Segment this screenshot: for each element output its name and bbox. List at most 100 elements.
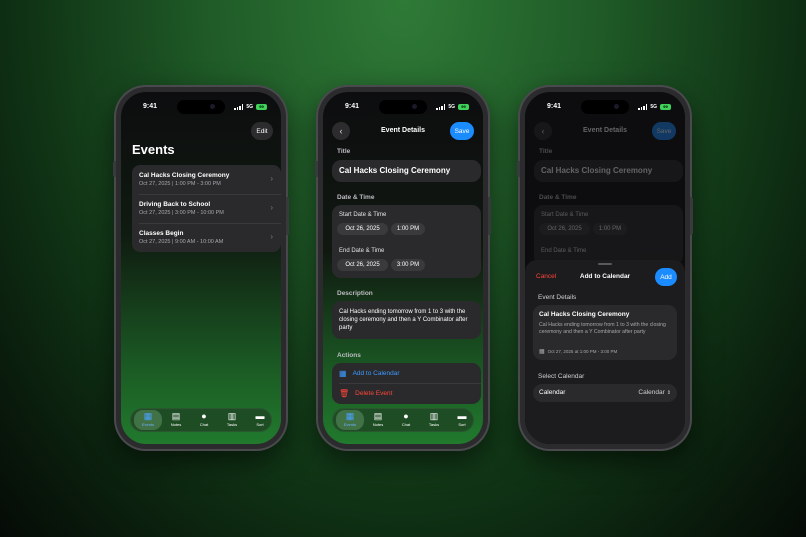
title-value: Cal Hacks Closing Ceremony	[339, 166, 451, 175]
section-title: Title	[337, 148, 351, 155]
status-bar: 9:41 5G 99	[121, 102, 281, 114]
delete-event-button[interactable]: 🗑 Delete Event	[339, 389, 392, 398]
calendar-label: Calendar	[539, 389, 566, 396]
end-label: End Date & Time	[339, 248, 385, 254]
calendar-select[interactable]: Calendar Calendar ⇕	[533, 384, 677, 402]
event-summary-card: Cal Hacks Closing Ceremony Cal Hacks end…	[533, 305, 677, 360]
add-to-calendar-screen: 9:41 5G 99 ‹ Event Details Save Title Ca…	[525, 92, 685, 444]
add-to-calendar-button[interactable]: ▦ Add to Calendar	[339, 369, 400, 378]
save-button: Save	[652, 122, 676, 140]
event-title: Classes Begin	[139, 230, 184, 237]
calendar-icon: ▦	[339, 369, 347, 378]
section-date-time: Date & Time	[539, 194, 577, 201]
tab-sort[interactable]: ▬ Sort	[448, 410, 476, 430]
signal-icon	[638, 104, 648, 110]
tray-icon: ▬	[457, 411, 467, 421]
start-date-picker[interactable]: Oct 26, 2025	[337, 223, 388, 235]
delete-event-label: Delete Event	[355, 390, 393, 397]
chevron-up-down-icon: ⇕	[666, 389, 671, 396]
event-title: Cal Hacks Closing Ceremony	[139, 172, 230, 179]
event-detail: Oct 27, 2025 | 3:00 PM - 10:00 PM	[139, 210, 224, 216]
signal-icon	[436, 104, 446, 110]
tab-chat[interactable]: ● Chat	[190, 410, 218, 430]
section-title: Title	[539, 148, 553, 155]
calendar-value-text: Calendar	[638, 389, 665, 396]
network-label: 5G	[448, 104, 455, 110]
start-label: Start Date & Time	[339, 212, 387, 218]
calendar-icon: ▦	[143, 411, 153, 421]
title-value: Cal Hacks Closing Ceremony	[541, 166, 653, 175]
tab-events[interactable]: ▦ Events	[134, 410, 162, 430]
add-to-calendar-sheet: Cancel Add to Calendar Add Event Details…	[525, 260, 685, 444]
end-date-picker[interactable]: Oct 26, 2025	[337, 259, 388, 271]
save-button[interactable]: Save	[450, 122, 474, 140]
tab-events[interactable]: ▦ Events	[336, 410, 364, 430]
list-item[interactable]: Driving Back to School Oct 27, 2025 | 3:…	[132, 194, 281, 223]
chat-bubble-icon: ●	[403, 411, 409, 421]
section-event-details: Event Details	[538, 294, 577, 301]
tab-notes[interactable]: ▤ Notes	[364, 410, 392, 430]
title-field[interactable]: Cal Hacks Closing Ceremony	[332, 160, 481, 182]
calendar-value: Calendar ⇕	[638, 389, 671, 396]
sheet-grabber[interactable]	[598, 263, 612, 265]
tab-bar: ▦ Events ▤ Notes ● Chat ▥ Tasks ▬ Sort	[130, 408, 272, 432]
end-time-picker[interactable]: 3:00 PM	[391, 259, 425, 271]
tab-sort[interactable]: ▬ Sort	[246, 410, 274, 430]
start-time-picker[interactable]: 1:00 PM	[391, 223, 425, 235]
title-field: Cal Hacks Closing Ceremony	[534, 160, 683, 182]
event-summary-when: ▦ Oct 27, 2025 at 1:00 PM - 3:00 PM	[539, 348, 617, 355]
battery-icon: 99	[458, 104, 469, 110]
phone-event-details: 9:41 5G 99 ‹ Event Details Save Title Ca…	[315, 87, 491, 449]
end-label: End Date & Time	[541, 248, 587, 254]
events-screen: 9:41 5G 99 Edit Events Cal Hacks Closing…	[121, 92, 281, 444]
date-time-card: Start Date & Time Oct 26, 2025 1:00 PM E…	[534, 205, 683, 265]
event-summary-description: Cal Hacks ending tomorrow from 1 to 3 wi…	[539, 322, 666, 335]
battery-icon: 99	[256, 104, 267, 110]
event-details-screen: 9:41 5G 99 ‹ Event Details Save Title Ca…	[323, 92, 483, 444]
chevron-right-icon: ›	[270, 232, 273, 241]
trash-icon: 🗑	[339, 389, 350, 398]
add-button[interactable]: Add	[655, 268, 677, 286]
description-text: Cal Hacks ending tomorrow from 1 to 3 wi…	[339, 309, 468, 331]
signal-icon	[234, 104, 244, 110]
tray-icon: ▬	[255, 411, 265, 421]
start-label: Start Date & Time	[541, 212, 589, 218]
phone-add-to-calendar: 9:41 5G 99 ‹ Event Details Save Title Ca…	[517, 87, 693, 449]
divider	[339, 383, 481, 384]
event-detail: Oct 27, 2025 | 9:00 AM - 10:00 AM	[139, 239, 224, 245]
chevron-right-icon: ›	[270, 203, 273, 212]
add-to-calendar-label: Add to Calendar	[352, 370, 400, 377]
chevron-right-icon: ›	[270, 174, 273, 183]
edit-button[interactable]: Edit	[251, 122, 273, 140]
events-list: Cal Hacks Closing Ceremony Oct 27, 2025 …	[132, 165, 281, 252]
status-bar: 9:41 5G 99	[525, 102, 685, 114]
description-field[interactable]: Cal Hacks ending tomorrow from 1 to 3 wi…	[332, 301, 481, 339]
phone-events: 9:41 5G 99 Edit Events Cal Hacks Closing…	[113, 87, 289, 449]
list-item[interactable]: Cal Hacks Closing Ceremony Oct 27, 2025 …	[132, 165, 281, 194]
clipboard-icon: ▥	[429, 411, 439, 421]
clipboard-icon: ▥	[227, 411, 237, 421]
calendar-icon: ▦	[539, 349, 545, 355]
status-time: 9:41	[547, 103, 562, 110]
status-bar: 9:41 5G 99	[323, 102, 483, 114]
battery-icon: 99	[660, 104, 671, 110]
status-time: 9:41	[143, 103, 158, 110]
event-when-text: Oct 27, 2025 at 1:00 PM - 3:00 PM	[547, 349, 618, 354]
calendar-icon: ▦	[345, 411, 355, 421]
section-date-time: Date & Time	[337, 194, 375, 201]
date-time-card: Start Date & Time Oct 26, 2025 1:00 PM E…	[332, 205, 481, 278]
tab-tasks[interactable]: ▥ Tasks	[420, 410, 448, 430]
note-icon: ▤	[373, 411, 383, 421]
network-label: 5G	[246, 104, 253, 110]
list-item[interactable]: Classes Begin Oct 27, 2025 | 9:00 AM - 1…	[132, 223, 281, 252]
status-time: 9:41	[345, 103, 360, 110]
start-date-picker: Oct 26, 2025	[539, 223, 590, 235]
event-title: Driving Back to School	[139, 201, 211, 208]
network-label: 5G	[650, 104, 657, 110]
tab-notes[interactable]: ▤ Notes	[162, 410, 190, 430]
tab-chat[interactable]: ● Chat	[392, 410, 420, 430]
note-icon: ▤	[171, 411, 181, 421]
event-detail: Oct 27, 2025 | 1:00 PM - 3:00 PM	[139, 181, 221, 187]
event-summary-title: Cal Hacks Closing Ceremony	[539, 311, 630, 318]
tab-tasks[interactable]: ▥ Tasks	[218, 410, 246, 430]
